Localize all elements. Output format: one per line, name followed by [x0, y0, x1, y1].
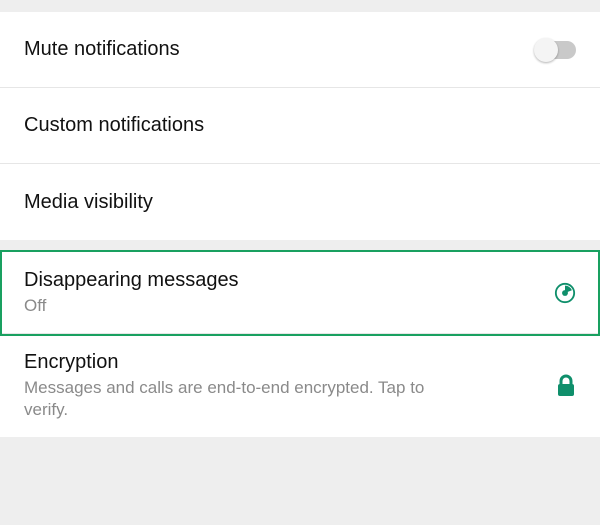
row-text: Disappearing messages Off: [24, 268, 538, 317]
disappearing-messages-highlight: Disappearing messages Off: [0, 252, 600, 334]
toggle-switch-icon: [536, 41, 576, 59]
custom-notifications-title: Custom notifications: [24, 113, 576, 138]
disappearing-messages-icon-wrap: [554, 282, 576, 304]
row-text: Custom notifications: [24, 113, 576, 138]
disappearing-messages-title: Disappearing messages: [24, 268, 538, 293]
notifications-section: Mute notifications Custom notifications …: [0, 12, 600, 240]
timer-icon: [554, 282, 576, 304]
mute-notifications-toggle[interactable]: [536, 41, 576, 59]
row-text: Mute notifications: [24, 37, 520, 62]
encryption-icon-wrap: [556, 374, 576, 398]
encryption-row[interactable]: Encryption Messages and calls are end-to…: [0, 334, 600, 437]
encryption-title: Encryption: [24, 350, 540, 375]
media-visibility-row[interactable]: Media visibility: [0, 164, 600, 240]
mute-notifications-title: Mute notifications: [24, 37, 520, 62]
custom-notifications-row[interactable]: Custom notifications: [0, 88, 600, 164]
lock-icon: [556, 374, 576, 398]
disappearing-messages-status: Off: [24, 295, 538, 317]
mute-notifications-row[interactable]: Mute notifications: [0, 12, 600, 88]
row-text: Encryption Messages and calls are end-to…: [24, 350, 540, 421]
encryption-desc: Messages and calls are end-to-end encryp…: [24, 377, 454, 421]
row-text: Media visibility: [24, 190, 576, 215]
media-visibility-title: Media visibility: [24, 190, 576, 215]
disappearing-messages-row[interactable]: Disappearing messages Off: [0, 252, 600, 334]
privacy-section: Disappearing messages Off Encryption Mes…: [0, 252, 600, 437]
